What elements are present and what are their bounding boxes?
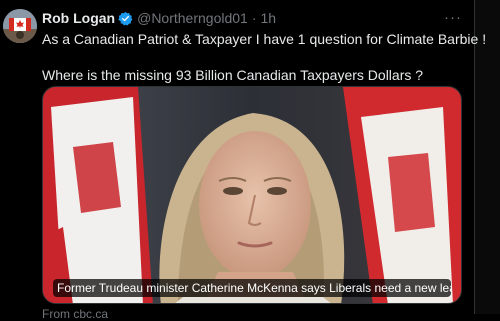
tweet-header: Rob Logan @Northerngold01 · 1h [42, 9, 276, 27]
article-photo [43, 87, 461, 303]
tweet[interactable]: Rob Logan @Northerngold01 · 1h ··· As a … [0, 0, 500, 321]
link-card-media[interactable]: Former Trudeau minister Catherine McKenn… [42, 86, 462, 304]
avatar-image [3, 9, 37, 43]
post-time[interactable]: 1h [261, 10, 277, 26]
header-separator: · [251, 10, 257, 26]
more-horizontal-icon[interactable]: ··· [440, 8, 466, 26]
tweet-text-line-1: As a Canadian Patriot & Taxpayer I have … [42, 31, 487, 47]
avatar[interactable] [3, 9, 37, 43]
user-handle[interactable]: @Northerngold01 [137, 10, 248, 26]
tweet-text-line-2: Where is the missing 93 Billion Canadian… [42, 67, 424, 83]
display-name[interactable]: Rob Logan [42, 10, 115, 26]
verified-badge-icon [118, 11, 133, 26]
link-card-caption[interactable]: Former Trudeau minister Catherine McKenn… [53, 279, 451, 297]
link-source[interactable]: From cbc.ca [42, 307, 108, 321]
